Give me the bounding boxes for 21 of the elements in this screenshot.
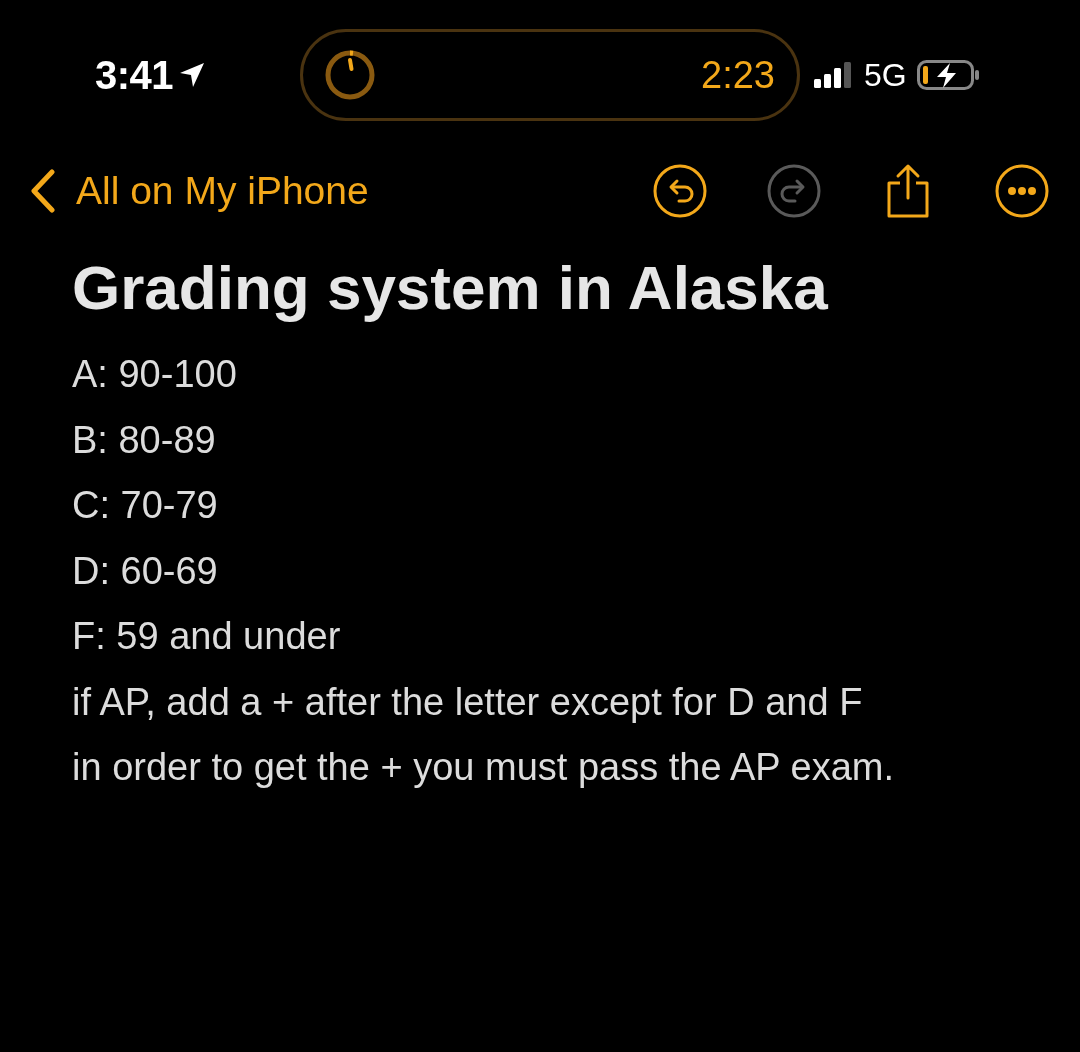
note-title: Grading system in Alaska [72,252,829,324]
more-button[interactable] [994,163,1050,219]
timer-text: 2:23 [701,53,775,97]
battery-charging-icon [916,59,981,91]
undo-icon [652,163,708,219]
note-line: if AP, add a + after the letter except for D and F [72,679,864,725]
note-line: B: 80-89 [72,417,217,463]
undo-button[interactable] [652,163,708,219]
note-line: C: 70-79 [72,483,219,528]
note-line: A: 90-100 [72,352,238,397]
status-time: 3:41 [95,52,174,98]
note-line: in order to get the + you must pass the AP exam. [72,745,896,790]
note-line: D: 60-69 [72,548,219,594]
note-line: F: 59 and under [72,614,342,659]
signal-icon [814,62,854,88]
redo-icon [766,163,822,219]
timer-icon [323,48,377,102]
network-label: 5G [864,56,907,94]
back-link[interactable]: All on My iPhone [30,169,652,213]
back-chevron-icon [30,169,56,213]
more-icon [994,163,1050,219]
